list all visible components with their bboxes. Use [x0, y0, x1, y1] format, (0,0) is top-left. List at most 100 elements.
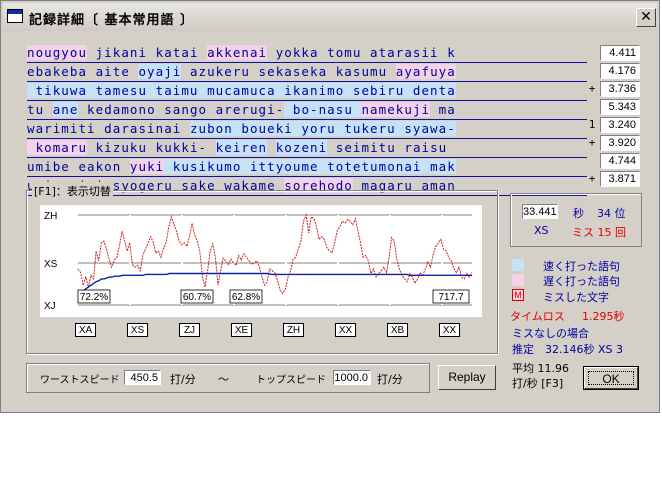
line-mark: + — [588, 172, 596, 185]
nomiss-label: ミスなしの場合 — [512, 327, 589, 340]
estimate-value: 32.146秒 XS 3 — [545, 343, 623, 356]
word-segment: yokka tomu atarasii k — [267, 45, 456, 60]
fast-word-segment: oyaji — [138, 64, 182, 79]
window-title: 記録詳細〔 基本常用語 〕 — [29, 13, 195, 28]
legend-miss-label: ミスした文字 — [543, 291, 609, 304]
fast-word-segment: bo-nasu — [284, 102, 362, 117]
legend-fast-label: 速く打った語句 — [543, 260, 620, 273]
line-mark — [585, 98, 599, 116]
word-segment: umibe eakon — [27, 159, 130, 174]
legend-slow-label: 遅く打った語句 — [543, 275, 620, 288]
word-segment: tu — [27, 102, 53, 117]
line-mark — [585, 62, 599, 80]
line-speed-value: 3.920 — [600, 135, 640, 151]
close-button[interactable]: ✕ — [636, 8, 656, 27]
word-segment: seimitu raisu — [327, 140, 448, 155]
title-bar: 記録詳細〔 基本常用語 〕 ✕ — [3, 3, 657, 31]
fast-word-segment: tikuwa tamesu taimu mucamuca ikanimo seb… — [27, 83, 456, 98]
worst-speed-label: ワーストスピード — [40, 375, 120, 386]
range-separator: 〜 — [218, 373, 229, 386]
top-speed-value: 1000.0 — [333, 370, 371, 385]
line-speed-value: 3.871 — [600, 171, 640, 187]
word-line: komaru kizuku kukki- keiren kozeni seimi… — [27, 139, 587, 158]
timeloss-value: 1.295秒 — [582, 310, 625, 323]
result-time-unit: 秒 — [573, 207, 584, 220]
timeloss-label: タイムロス — [510, 310, 565, 323]
word-line: ebakeba aite oyaji azukeru sekaseka kasu… — [27, 63, 587, 82]
fast-word-segment: keiren — [215, 140, 268, 155]
window-icon — [7, 9, 23, 23]
word-segment: warimiti darasinai — [27, 121, 190, 136]
pct-label-1: 72.2% — [77, 289, 111, 304]
line-speeds: 4.411 4.176 3.736 5.343 3.240 3.920 4.744 3.871 — [600, 45, 640, 189]
line-speed-value: 3.240 — [600, 117, 640, 133]
line-speed-value: 4.411 — [600, 45, 640, 61]
slow-word-segment: komaru — [27, 140, 88, 155]
word-line: warimiti darasinai zubon boueki yoru tuk… — [27, 120, 587, 139]
ok-button[interactable]: OK — [583, 366, 639, 390]
line-marks: +1 + + — [585, 44, 599, 188]
line-mark — [585, 152, 599, 170]
legend-slow-swatch — [512, 274, 524, 286]
line-speed-value: 5.343 — [600, 99, 640, 115]
svg-text:717.7: 717.7 — [438, 292, 463, 303]
line-speed-value: 4.176 — [600, 63, 640, 79]
result-rank: 34 位 — [597, 207, 626, 220]
slow-word-segment: akkenai — [207, 45, 268, 60]
estimate-label: 推定 — [512, 343, 534, 356]
category-box: XX — [439, 323, 460, 337]
category-box: XA — [75, 323, 96, 337]
pct-label-3: 62.8% — [229, 289, 263, 304]
line-mark: + — [588, 136, 596, 149]
line-mark: 1 — [588, 118, 596, 131]
result-grade: XS — [534, 224, 549, 237]
category-box: ZH — [283, 323, 304, 337]
slow-word-segment: namekuji — [361, 102, 431, 117]
top-speed-label: トップスピード — [256, 375, 326, 386]
category-box: XS — [127, 323, 148, 337]
result-time: 33.441 — [522, 204, 558, 219]
word-segment — [267, 140, 276, 155]
fast-word-segment: zubon boueki yoru tukeru syawa- — [189, 121, 456, 136]
category-box: XX — [335, 323, 356, 337]
fast-word-segment: kozeni — [275, 140, 328, 155]
fast-word-segment: kusikumo ittyoume totetumonai mak — [164, 159, 456, 174]
top-speed-unit: 打/分 — [377, 373, 403, 386]
word-segment: kizuku kukki- — [87, 140, 216, 155]
legend-miss-swatch: M — [512, 289, 524, 301]
line-speed-value: 4.744 — [600, 153, 640, 169]
ok-button-label: OK — [588, 371, 634, 386]
word-segment: kedamono sango arerugi- — [78, 102, 285, 117]
svg-text:62.8%: 62.8% — [232, 292, 260, 303]
axis-label-xj: XJ — [44, 301, 56, 312]
word-segment: ebakeba aite — [27, 64, 139, 79]
slow-word-segment: nougyou — [27, 45, 88, 60]
line-mark — [585, 44, 599, 62]
typed-text-lines: nougyou jikani katai akkenai yokka tomu … — [27, 44, 587, 196]
worst-speed-unit: 打/分 — [170, 373, 196, 386]
svg-text:60.7%: 60.7% — [183, 292, 211, 303]
graph-group-label: [F1]：表示切替 — [32, 183, 113, 199]
worst-speed-value: 450.5 — [124, 370, 161, 385]
word-segment: jikani katai — [87, 45, 208, 60]
svg-text:72.2%: 72.2% — [80, 292, 108, 303]
category-box: XE — [231, 323, 252, 337]
axis-label-xs: XS — [44, 259, 58, 270]
replay-button[interactable]: Replay — [438, 365, 496, 390]
slow-word-segment: yuki — [129, 159, 165, 174]
speed-label: 717.7 — [432, 289, 470, 304]
pct-label-2: 60.7% — [180, 289, 214, 304]
close-icon: ✕ — [640, 9, 652, 25]
average-speed-unit: 打/秒 [F3] — [512, 377, 564, 390]
legend-fast-swatch — [512, 259, 524, 271]
slow-word-segment: ayafuya — [395, 64, 456, 79]
category-box: XB — [387, 323, 408, 337]
word-line: tu ane kedamono sango arerugi- bo-nasu n… — [27, 101, 587, 120]
line-mark: + — [588, 82, 596, 95]
word-segment: azukeru sekaseka kasumu — [181, 64, 396, 79]
speed-chart[interactable]: ZH XS XJ 72.2% 60.7% 62.8% 717.7 — [40, 205, 482, 317]
fast-word-segment: ane — [52, 102, 79, 117]
word-segment: ma — [430, 102, 456, 117]
result-miss-count: ミス 15 回 — [572, 226, 626, 239]
word-line: tikuwa tamesu taimu mucamuca ikanimo seb… — [27, 82, 587, 101]
